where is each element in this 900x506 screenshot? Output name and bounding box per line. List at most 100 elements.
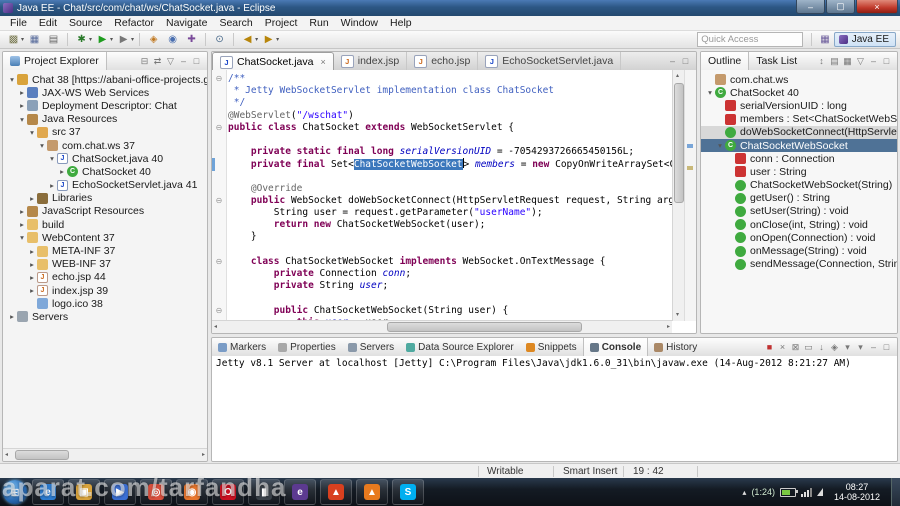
new-servlet-icon[interactable]: ◉ — [164, 32, 181, 47]
editor-tab-index.jsp[interactable]: Jindex.jsp — [334, 52, 408, 70]
editor-tab-EchoSocketServlet.java[interactable]: J EchoSocketServlet.java — [478, 52, 622, 70]
minimize-icon[interactable]: – — [666, 56, 679, 66]
taskbar-opera[interactable]: O — [212, 479, 244, 505]
expand-arrow-icon[interactable]: ▸ — [17, 101, 27, 110]
explorer-item[interactable]: ▸ Jindex.jsp 39 — [3, 284, 207, 297]
scroll-right-icon[interactable]: ▸ — [202, 449, 205, 461]
expand-arrow-icon[interactable]: ▸ — [17, 88, 27, 97]
view-menu-icon[interactable]: ▽ — [164, 56, 177, 67]
console-tab-markers[interactable]: Markers — [212, 338, 272, 356]
explorer-item[interactable]: ▸ Servers — [3, 310, 207, 323]
save-icon[interactable]: ▦ — [26, 32, 43, 47]
console-tab-servers[interactable]: Servers — [342, 338, 400, 356]
code-area[interactable]: /** * Jetty WebSocketServlet implementat… — [228, 70, 672, 321]
console-tab-data-source-explorer[interactable]: Data Source Explorer — [400, 338, 520, 356]
show-hidden-icons[interactable]: ▴ — [742, 488, 746, 497]
fold-marker-icon[interactable]: ⊖ — [212, 305, 226, 317]
maximize-icon[interactable]: □ — [880, 342, 893, 352]
open-perspective-icon[interactable]: ▦ — [820, 34, 829, 45]
console-tab-history[interactable]: History — [648, 338, 703, 356]
explorer-item[interactable]: ▾ Java Resources — [3, 113, 207, 126]
scroll-lock-icon[interactable]: ↓ — [815, 342, 828, 352]
fold-marker-icon[interactable]: ⊖ — [212, 122, 226, 134]
scrollbar-thumb[interactable] — [15, 450, 69, 460]
terminate-icon[interactable]: ■ — [763, 342, 776, 352]
taskbar-vlc[interactable]: ▲ — [356, 479, 388, 505]
outline-item[interactable]: onMessage(String) : void — [701, 244, 897, 257]
explorer-item[interactable]: ▸ META-INF 37 — [3, 244, 207, 257]
remove-all-terminated-icon[interactable]: ⊠ — [789, 342, 802, 353]
console-tab-snippets[interactable]: Snippets — [520, 338, 583, 356]
scroll-right-icon[interactable]: ▸ — [667, 321, 670, 333]
run-dropdown-icon[interactable]: ▾ — [110, 36, 113, 43]
view-menu-icon[interactable]: ▽ — [854, 56, 867, 67]
taskbar-media-player[interactable]: ▶ — [104, 479, 136, 505]
menu-refactor[interactable]: Refactor — [108, 16, 160, 30]
console-tab-console[interactable]: Console — [582, 338, 649, 356]
minimize-icon[interactable]: – — [177, 56, 190, 66]
outline-item[interactable]: ChatSocketWebSocket(String) — [701, 179, 897, 192]
scroll-down-icon[interactable]: ▾ — [676, 309, 679, 321]
explorer-item[interactable]: ▾ src 37 — [3, 126, 207, 139]
outline-item[interactable]: com.chat.ws — [701, 73, 897, 86]
maximize-icon[interactable]: □ — [679, 56, 692, 66]
outline-item[interactable]: members : Set<ChatSocketWebSocket> — [701, 113, 897, 126]
clear-console-icon[interactable]: ▭ — [802, 342, 815, 353]
outline-item[interactable]: ▾ C ChatSocket 40 — [701, 86, 897, 99]
back-icon[interactable]: ◀ — [239, 32, 256, 47]
explorer-item[interactable]: ▾ Chat 38 [https://abani-office-projects.… — [3, 73, 207, 86]
editor-horizontal-scrollbar[interactable]: ◂ ▸ — [212, 320, 672, 333]
occurrence-marker[interactable] — [687, 166, 693, 170]
expand-arrow-icon[interactable]: ▸ — [47, 181, 57, 190]
collapse-arrow-icon[interactable]: ▾ — [17, 233, 27, 242]
editor-tab-echo.jsp[interactable]: Jecho.jsp — [407, 52, 479, 70]
collapse-arrow-icon[interactable]: ▾ — [37, 141, 47, 150]
taskbar-internet-explorer[interactable]: e — [32, 479, 64, 505]
menu-help[interactable]: Help — [384, 16, 418, 30]
new-icon[interactable]: ▩ — [5, 32, 22, 47]
fold-marker-icon[interactable]: ⊖ — [212, 73, 226, 85]
explorer-item[interactable]: logo.ico 38 — [3, 297, 207, 310]
scroll-left-icon[interactable]: ◂ — [5, 449, 8, 461]
quick-access-input[interactable] — [697, 32, 804, 47]
scroll-left-icon[interactable]: ◂ — [214, 321, 217, 333]
outline-item[interactable]: conn : Connection — [701, 152, 897, 165]
menu-run[interactable]: Run — [303, 16, 334, 30]
hide-static-icon[interactable]: ▦ — [841, 56, 854, 67]
network-icon[interactable] — [800, 487, 812, 497]
debug-icon[interactable]: ✱ — [73, 32, 90, 47]
taskbar-windows-explorer[interactable]: ▣ — [68, 479, 100, 505]
close-window-button[interactable]: × — [856, 0, 898, 14]
new-web-project-icon[interactable]: ◈ — [145, 32, 162, 47]
minimize-icon[interactable]: – — [867, 342, 880, 352]
outline-item[interactable]: setUser(String) : void — [701, 205, 897, 218]
run-icon[interactable]: ▶ — [94, 32, 111, 47]
explorer-item[interactable]: ▸ Libraries — [3, 192, 207, 205]
menu-file[interactable]: File — [4, 16, 33, 30]
expand-arrow-icon[interactable]: ▸ — [27, 286, 37, 295]
tab-task-list[interactable]: Task List — [749, 52, 804, 70]
expand-arrow-icon[interactable]: ▸ — [27, 194, 37, 203]
taskbar-chrome[interactable]: ◎ — [140, 479, 172, 505]
scrollbar-thumb[interactable] — [674, 83, 684, 203]
taskbar-clock[interactable]: 08:27 14-08-2012 — [828, 482, 886, 502]
overview-ruler[interactable] — [684, 70, 696, 321]
explorer-item[interactable]: ▸ Deployment Descriptor: Chat — [3, 99, 207, 112]
print-icon[interactable]: ▤ — [45, 32, 62, 47]
collapse-arrow-icon[interactable]: ▾ — [705, 88, 715, 97]
expand-arrow-icon[interactable]: ▸ — [57, 167, 67, 176]
collapse-arrow-icon[interactable]: ▾ — [7, 75, 17, 84]
explorer-item[interactable]: ▸ JAX-WS Web Services — [3, 86, 207, 99]
scroll-up-icon[interactable]: ▴ — [676, 70, 679, 82]
taskbar-eclipse[interactable]: e — [284, 479, 316, 505]
explorer-item[interactable]: ▸ C ChatSocket 40 — [3, 165, 207, 178]
expand-arrow-icon[interactable]: ▸ — [17, 220, 27, 229]
menu-navigate[interactable]: Navigate — [160, 16, 213, 30]
fold-marker-icon[interactable]: ⊖ — [212, 256, 226, 268]
fold-marker-icon[interactable]: ⊖ — [212, 195, 226, 207]
maximize-icon[interactable]: □ — [190, 56, 203, 66]
link-editor-icon[interactable]: ⇄ — [151, 56, 164, 67]
collapse-arrow-icon[interactable]: ▾ — [715, 141, 725, 150]
open-console-icon[interactable]: ▾ — [854, 342, 867, 353]
tab-project-explorer[interactable]: Project Explorer — [3, 52, 107, 70]
